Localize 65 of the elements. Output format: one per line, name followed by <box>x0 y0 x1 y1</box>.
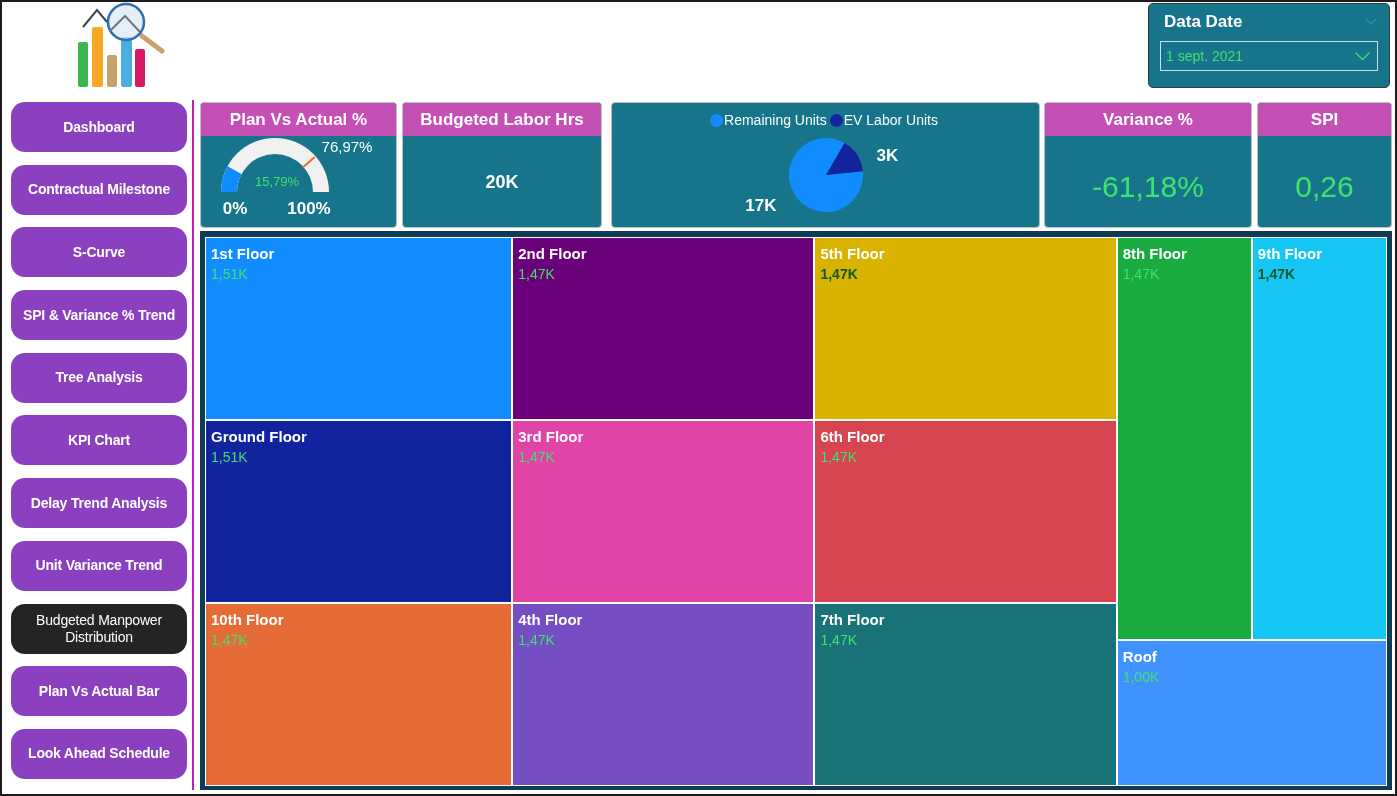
tile-label: 3rd Floor <box>518 428 584 446</box>
caret-icon <box>1355 52 1370 60</box>
nav-button[interactable]: Look Ahead Schedule <box>11 728 187 779</box>
tile-label: 2nd Floor <box>518 245 587 263</box>
kpi-value: 0,26 <box>1295 169 1354 204</box>
treemap-tile[interactable]: 9th Floor 1,47K <box>1252 238 1386 640</box>
nav-button[interactable]: SPI & Variance % Trend <box>11 290 187 341</box>
gauge-min-label: 0% <box>222 199 248 219</box>
treemap-tile[interactable]: 6th Floor 1,47K <box>815 421 1116 602</box>
tile-label: 7th Floor <box>820 611 885 629</box>
treemap-tile[interactable]: 10th Floor 1,47K <box>206 604 512 785</box>
gauge-max-label: 100% <box>287 199 331 219</box>
nav-button[interactable]: Delay Trend Analysis <box>11 478 187 529</box>
gauge-value: 15,79% <box>254 173 300 189</box>
tile-value: 1,47K <box>820 266 858 283</box>
data-label: 17K <box>745 196 777 216</box>
treemap-tile[interactable]: Roof 1,00K <box>1117 641 1386 785</box>
nav-button[interactable]: Contractual Milestone <box>11 164 187 215</box>
treemap-tile[interactable]: 3rd Floor 1,47K <box>513 421 814 602</box>
tile-value: 1,51K <box>211 449 248 466</box>
treemap-tile[interactable]: 1st Floor 1,51K <box>206 238 512 419</box>
tile-label: 1st Floor <box>211 245 275 263</box>
card-title: Data Date <box>1164 11 1243 32</box>
legend-label: EV Labor Units <box>843 112 938 128</box>
nav-button[interactable]: Unit Variance Trend <box>11 540 187 591</box>
tile-value: 1,47K <box>518 632 555 649</box>
target-label: 76,97% <box>321 138 373 156</box>
treemap-tile[interactable]: 2nd Floor 1,47K <box>513 238 814 419</box>
tile-label: Roof <box>1122 648 1157 667</box>
tile-value: 1,47K <box>820 449 858 466</box>
card-title: Budgeted Labor Hrs <box>403 103 601 136</box>
date-dropdown[interactable]: 1 sept. 2021 <box>1160 41 1378 71</box>
legend-label: Remaining Units <box>724 112 827 128</box>
card-title: SPI <box>1258 103 1391 136</box>
nav-button[interactable]: Plan Vs Actual Bar <box>11 666 187 717</box>
card-title: Plan Vs Actual % <box>201 103 396 136</box>
tile-label: 9th Floor <box>1257 245 1322 263</box>
nav-button[interactable]: Dashboard <box>11 102 187 152</box>
treemap-tile[interactable]: Ground Floor 1,51K <box>206 421 512 602</box>
tile-label: Ground Floor <box>211 428 307 446</box>
tile-value: 1,47K <box>1257 266 1296 283</box>
tile-value: 1,47K <box>518 266 555 283</box>
treemap-tile[interactable]: 5th Floor 1,47K <box>815 238 1116 419</box>
tile-value: 1,47K <box>518 449 555 466</box>
tile-label: 6th Floor <box>820 428 885 446</box>
tile-value: 1,51K <box>211 266 248 283</box>
nav-button[interactable]: KPI Chart <box>11 415 187 466</box>
tile-value: 1,47K <box>820 632 858 649</box>
nav-button[interactable]: Budgeted Manpower Distribution <box>11 603 187 654</box>
nav-button[interactable]: S-Curve <box>11 227 187 278</box>
tile-value: 1,47K <box>211 632 248 649</box>
tile-label: 10th Floor <box>211 611 284 629</box>
treemap-tile[interactable]: 7th Floor 1,47K <box>815 604 1116 785</box>
tile-label: 5th Floor <box>820 245 885 263</box>
tile-label: 8th Floor <box>1122 245 1187 263</box>
tile-label: 4th Floor <box>518 611 583 629</box>
tile-value: 1,00K <box>1122 669 1160 687</box>
kpi-value: -61,18% <box>1092 169 1204 204</box>
card-title: Variance % <box>1045 103 1251 136</box>
kpi-value: 20K <box>485 170 519 193</box>
nav-button[interactable]: Tree Analysis <box>11 352 187 403</box>
chevron-icon[interactable] <box>1365 18 1377 25</box>
logo-icon <box>78 2 166 88</box>
treemap-tile[interactable]: 4th Floor 1,47K <box>513 604 814 785</box>
data-label: 3K <box>876 146 899 166</box>
